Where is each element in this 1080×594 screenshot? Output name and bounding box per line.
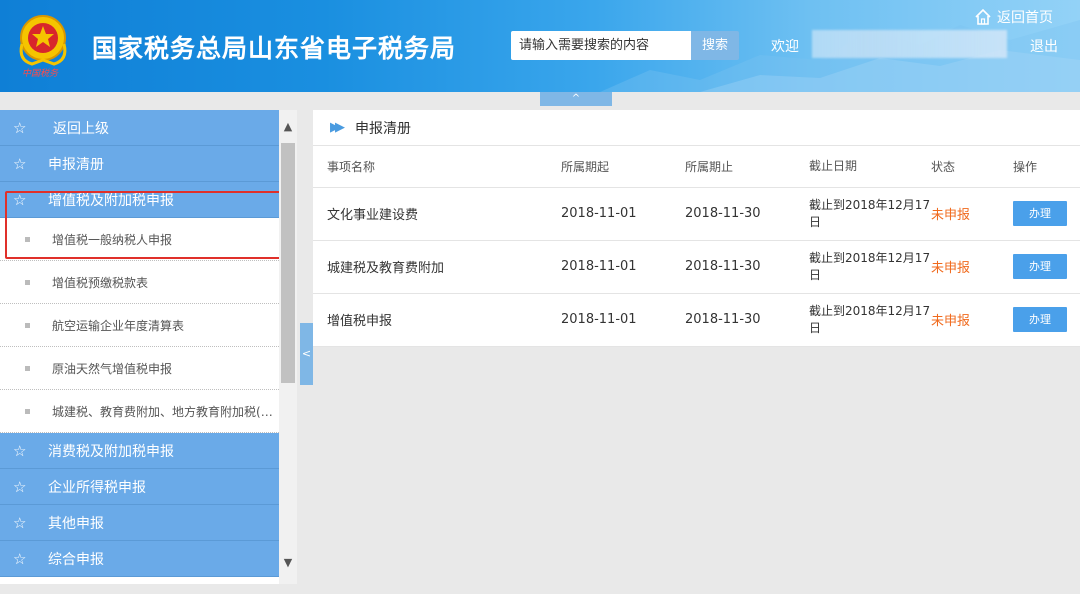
sidebar-scrollbar[interactable]: ▲ ▼ xyxy=(279,110,297,584)
status-badge: 未申报 xyxy=(931,208,971,223)
cell-start: 2018-11-01 xyxy=(561,187,685,241)
cell-due: 截止到2018年12月17日 xyxy=(809,293,931,347)
collapse-header-button[interactable]: ^ xyxy=(540,92,612,106)
column-header: 截止日期 xyxy=(809,146,931,188)
status-badge: 未申报 xyxy=(931,261,971,276)
sidebar-item-label: 企业所得税申报 xyxy=(48,479,146,496)
scroll-down-icon[interactable]: ▼ xyxy=(279,554,297,572)
cell-name: 城建税及教育费附加 xyxy=(313,240,561,294)
page-title: 申报清册 xyxy=(355,120,411,137)
column-header: 所属期起 xyxy=(561,146,685,188)
status-badge: 未申报 xyxy=(931,314,971,329)
sidebar-subitem-label: 航空运输企业年度清算表 xyxy=(52,318,185,333)
cell-due: 截止到2018年12月17日 xyxy=(809,240,931,294)
process-button[interactable]: 办理 xyxy=(1013,254,1067,279)
action-cell: 办理 xyxy=(1013,240,1080,294)
bullet-icon xyxy=(25,322,30,328)
cell-end: 2018-11-30 xyxy=(685,240,809,294)
highlight-annotation xyxy=(5,191,291,259)
cell-end: 2018-11-30 xyxy=(685,293,809,347)
table-row: 城建税及教育费附加 2018-11-01 2018-11-30 截止到2018年12月… xyxy=(313,240,1080,294)
sidebar-subitem[interactable]: 增值税预缴税款表 xyxy=(0,261,279,304)
action-cell: 办理 xyxy=(1013,293,1080,347)
star-icon: ☆ xyxy=(13,154,27,173)
search-input[interactable]: 请输入需要搜索的内容 xyxy=(511,31,691,60)
home-icon xyxy=(975,8,991,25)
double-arrow-icon: ▶▶ xyxy=(330,120,345,135)
emblem-caption: 中国税务 xyxy=(22,69,59,79)
column-header: 所属期止 xyxy=(685,146,809,188)
cell-name: 文化事业建设费 xyxy=(313,187,561,241)
cell-name: 增值税申报 xyxy=(313,293,561,347)
cell-end: 2018-11-30 xyxy=(685,187,809,241)
sidebar-subitem-label: 增值税预缴税款表 xyxy=(52,275,149,290)
sidebar-subitem-label: 城建税、教育费附加、地方教育附加税(费)申报 xyxy=(52,404,279,419)
status-cell: 未申报 xyxy=(931,293,1013,347)
star-icon: ☆ xyxy=(13,441,27,460)
process-button[interactable]: 办理 xyxy=(1013,201,1067,226)
home-link-label: 返回首页 xyxy=(997,10,1053,26)
welcome-text: 欢迎 xyxy=(771,39,799,55)
site-title: 国家税务总局山东省电子税务局 xyxy=(92,34,457,63)
search-button[interactable]: 搜索 xyxy=(691,31,739,60)
bullet-icon xyxy=(25,365,30,371)
process-button[interactable]: 办理 xyxy=(1013,307,1067,332)
table-header-row: 事项名称 所属期起 所属期止 截止日期 状态 操作 xyxy=(313,146,1080,188)
table-row: 文化事业建设费 2018-11-01 2018-11-30 截止到2018年12月17… xyxy=(313,187,1080,241)
column-header: 操作 xyxy=(1013,146,1080,188)
content-title-bar: ▶▶ 申报清册 xyxy=(313,110,1080,146)
sidebar-item-label: 综合申报 xyxy=(48,551,104,568)
sidebar-toggle-button[interactable]: < xyxy=(300,323,313,385)
table-row: 增值税申报 2018-11-01 2018-11-30 截止到2018年12月17日未… xyxy=(313,293,1080,347)
sidebar-subitem-label: 原油天然气增值税申报 xyxy=(52,361,173,376)
sidebar-item[interactable]: ☆ 综合申报 xyxy=(0,541,279,577)
sidebar-item[interactable]: ☆ 申报清册 xyxy=(0,146,279,182)
scroll-thumb[interactable] xyxy=(281,143,295,383)
column-header: 状态 xyxy=(931,146,1013,188)
sidebar-back-label: 返回上级 xyxy=(53,120,109,137)
declaration-table: 事项名称 所属期起 所属期止 截止日期 状态 操作 文化事业建设费 2018-11… xyxy=(313,146,1080,347)
column-header: 事项名称 xyxy=(313,146,561,188)
sidebar-item[interactable]: ☆ 企业所得税申报 xyxy=(0,469,279,505)
sidebar-item-label: 其他申报 xyxy=(48,515,104,532)
scroll-up-icon[interactable]: ▲ xyxy=(279,118,297,136)
sidebar-menu: ☆ 返回上级 ☆ 申报清册 ☆ 增值税及附加税申报 增值税一般纳税人申报 增值税预缴税款表… xyxy=(0,110,279,577)
sidebar-item-label: 申报清册 xyxy=(48,156,104,173)
sidebar-item-label: 消费税及附加税申报 xyxy=(48,443,174,460)
home-link[interactable]: 返回首页 xyxy=(974,7,1053,27)
cell-start: 2018-11-01 xyxy=(561,293,685,347)
action-cell: 办理 xyxy=(1013,187,1080,241)
bullet-icon xyxy=(25,408,30,414)
sidebar: ☆ 返回上级 ☆ 申报清册 ☆ 增值税及附加税申报 增值税一般纳税人申报 增值税预缴税款表… xyxy=(0,110,297,584)
sidebar-item[interactable]: ☆ 其他申报 xyxy=(0,505,279,541)
sidebar-back[interactable]: ☆ 返回上级 xyxy=(0,110,279,146)
cell-due: 截止到2018年12月17日 xyxy=(809,187,931,241)
sidebar-item[interactable]: ☆ 消费税及附加税申报 xyxy=(0,433,279,469)
logout-link[interactable]: 退出 xyxy=(1030,36,1058,56)
sidebar-subitem[interactable]: 航空运输企业年度清算表 xyxy=(0,304,279,347)
star-icon: ☆ xyxy=(13,477,27,496)
main-content: ▶▶ 申报清册 事项名称 所属期起 所属期止 截止日期 状态 操作 文化事业建设… xyxy=(313,110,1080,347)
sidebar-subitem[interactable]: 城建税、教育费附加、地方教育附加税(费)申报 xyxy=(0,390,279,433)
cell-start: 2018-11-01 xyxy=(561,240,685,294)
header-banner: 中国税务 国家税务总局山东省电子税务局 请输入需要搜索的内容 搜索 欢迎 返回首… xyxy=(0,0,1080,92)
blurred-username xyxy=(812,30,1007,58)
bullet-icon xyxy=(25,279,30,285)
status-cell: 未申报 xyxy=(931,187,1013,241)
status-cell: 未申报 xyxy=(931,240,1013,294)
sidebar-subitem[interactable]: 原油天然气增值税申报 xyxy=(0,347,279,390)
star-icon: ☆ xyxy=(13,549,27,568)
star-icon: ☆ xyxy=(13,118,27,137)
star-icon: ☆ xyxy=(13,513,27,532)
